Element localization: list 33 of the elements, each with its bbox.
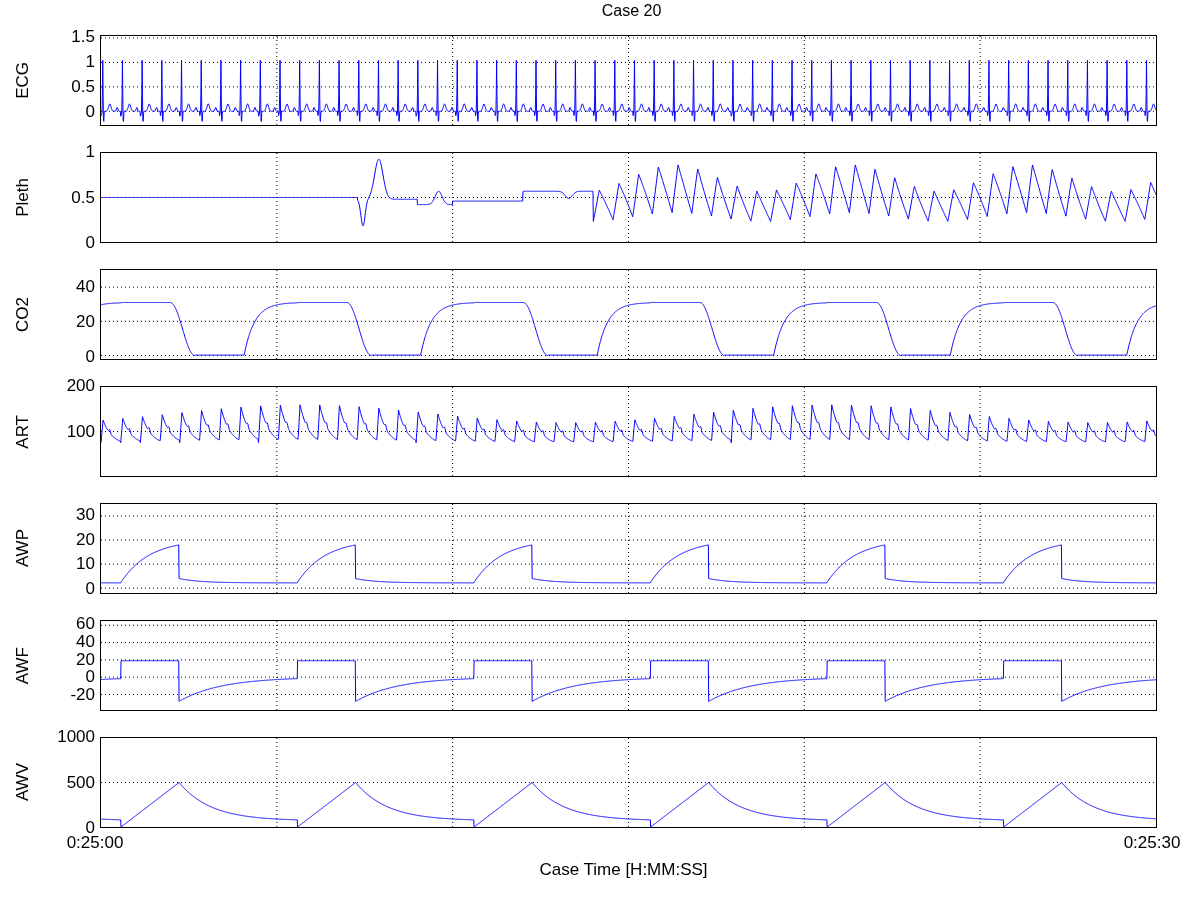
axis-label: ECG <box>13 62 33 99</box>
tick-label: 0:25:30 <box>1123 833 1181 853</box>
axis-label: CO2 <box>13 297 33 332</box>
axis-label: AWF <box>13 646 33 685</box>
tick-label: 20 <box>76 650 95 669</box>
tick-label: 500 <box>66 773 95 792</box>
tick-label: 20 <box>76 530 95 549</box>
tick-label: 40 <box>76 277 95 296</box>
tick-label: 30 <box>76 506 95 525</box>
axis-label: AWV <box>13 763 33 802</box>
tick-label: 20 <box>76 312 95 331</box>
tick-label: 0 <box>85 580 95 599</box>
axis-label: Pleth <box>13 178 33 217</box>
tick-label: 10 <box>76 555 95 574</box>
axis-label: ART <box>13 414 33 449</box>
tick-label: 1 <box>85 143 95 161</box>
tick-label: 1 <box>85 53 95 71</box>
tick-label: 100 <box>66 422 95 441</box>
tick-label: -20 <box>70 686 95 705</box>
tick-label: 0 <box>85 668 95 687</box>
tick-label: 0 <box>85 103 95 121</box>
tick-label: 200 <box>66 377 95 395</box>
tick-label: 0.5 <box>71 78 95 96</box>
tick-label: 60 <box>76 615 95 634</box>
tick-label: 0 <box>85 234 95 252</box>
axis-label: Case Time [H:MM:SS] <box>538 860 709 880</box>
tick-label: 1000 <box>57 728 95 746</box>
axis-label: AWP <box>13 529 33 568</box>
chart-title: Case 20 <box>600 1 663 21</box>
tick-label: 0.5 <box>71 188 95 207</box>
tick-label: 0 <box>85 347 95 366</box>
tick-label: 40 <box>76 633 95 652</box>
tick-label: 1.5 <box>71 28 95 46</box>
